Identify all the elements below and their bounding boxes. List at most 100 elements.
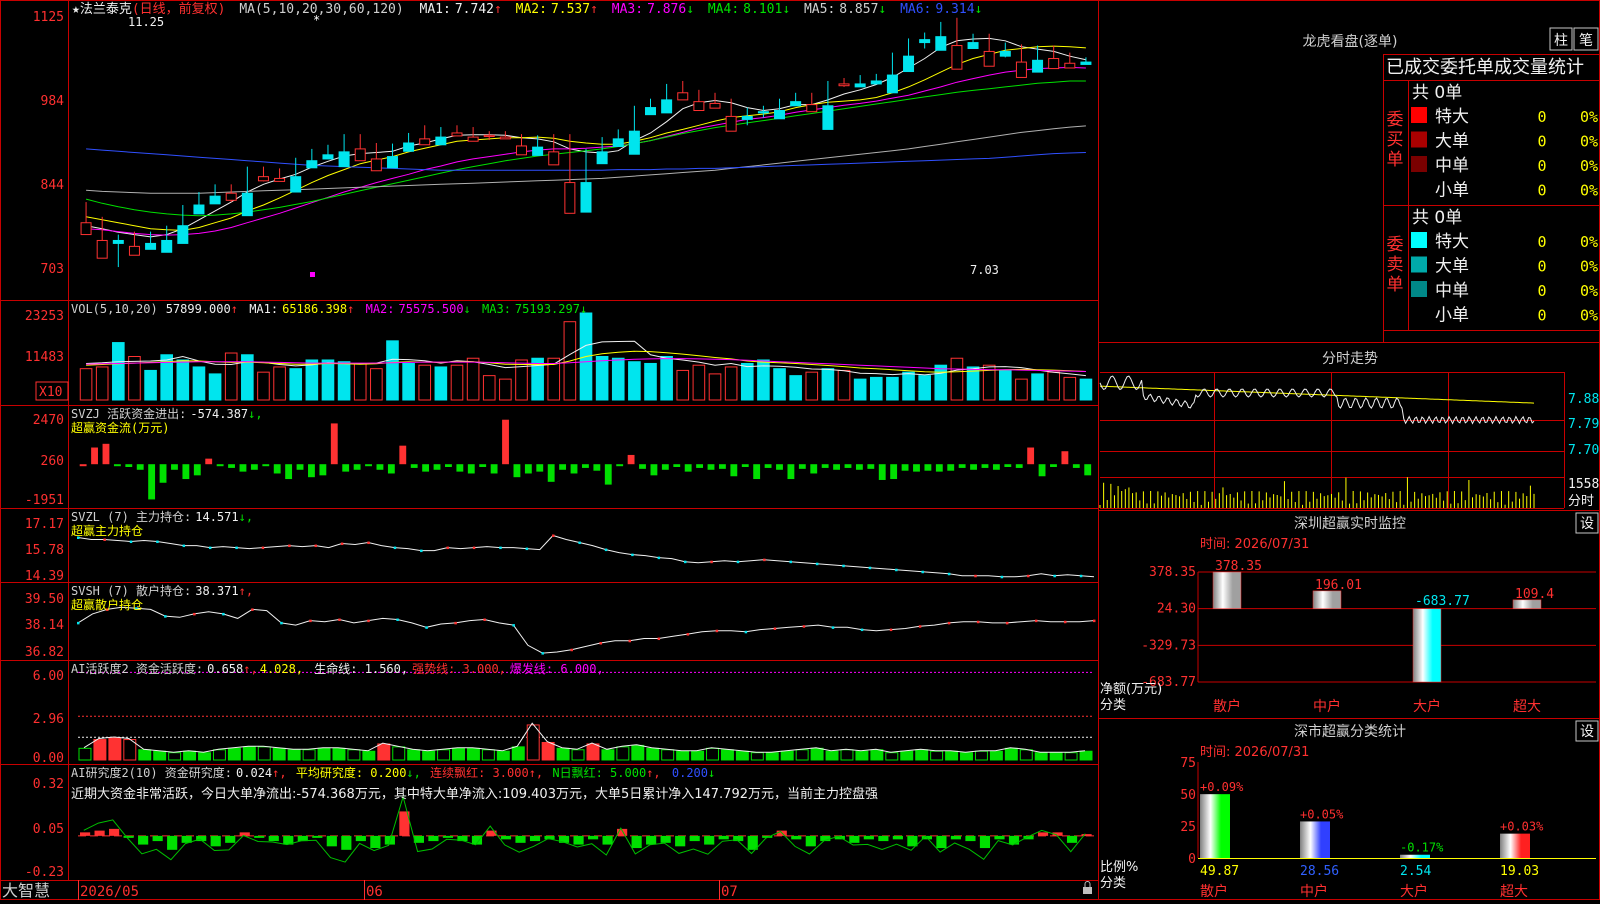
research-bar — [892, 835, 903, 840]
research-bar — [950, 835, 962, 840]
research-bar — [442, 835, 454, 838]
holding-dot — [235, 546, 238, 550]
candle-body — [757, 111, 769, 114]
sz-class-chart[interactable]: 75 50 25 0 +0.09% 49.87 散户 +0.05% 28.56 中户 -0.17% 2… — [1180, 756, 1596, 900]
svg-text:-0.23: -0.23 — [25, 865, 64, 880]
order-row-pct: 0% — [1580, 233, 1598, 251]
volume-bar — [466, 357, 480, 401]
order-row-name: 特大 — [1435, 107, 1469, 127]
svzj-panel[interactable] — [79, 419, 1092, 500]
flow-bar — [639, 464, 646, 469]
svg-text:1125: 1125 — [33, 10, 64, 25]
flow-bar — [764, 464, 772, 468]
flow-bar — [113, 464, 121, 467]
activity-bar — [1049, 752, 1063, 761]
svg-text:260: 260 — [41, 454, 64, 469]
research-bar — [1037, 832, 1049, 836]
flow-bar — [890, 464, 898, 480]
activity-bar — [885, 752, 899, 761]
lhb-title: 龙虎看盘(逐单) — [1303, 33, 1398, 50]
holding-dot — [1053, 574, 1056, 578]
research-bar — [849, 835, 860, 843]
activity-bar — [1079, 750, 1093, 761]
ai-research-panel[interactable] — [78, 794, 1094, 863]
candle-body — [370, 158, 382, 172]
szcls-category: 中户 — [1300, 883, 1328, 900]
volume-bar — [192, 366, 206, 401]
holding-dot — [499, 546, 502, 550]
flow-bar — [79, 464, 87, 467]
sz-monitor-title: 深圳超赢实时监控 — [1294, 515, 1406, 532]
flow-bar — [456, 464, 464, 472]
candle-body — [419, 138, 431, 146]
volume-bar — [499, 378, 512, 401]
flow-bar — [422, 464, 430, 472]
flow-bar — [855, 464, 863, 470]
szmon-bar — [1212, 571, 1242, 609]
candle-body — [306, 160, 318, 169]
activity-bar — [765, 752, 779, 761]
svg-text:0.05: 0.05 — [33, 822, 64, 837]
szmon-bar-label: 109.4 — [1515, 587, 1554, 602]
sz-class-settings-button[interactable]: 设 — [1575, 720, 1599, 742]
holding-dot — [525, 547, 529, 551]
candle-body — [96, 239, 108, 259]
holding-dot — [578, 541, 581, 545]
holding-dot — [1000, 575, 1004, 579]
order-row-qty: 0 — [1537, 157, 1546, 175]
buy-total: 共 0单 — [1412, 83, 1462, 103]
brand-logo[interactable]: 大智慧 — [2, 881, 50, 900]
candle-body — [467, 136, 479, 142]
flow-bar — [239, 464, 247, 472]
sz-monitor-settings-button[interactable]: 设 — [1575, 512, 1599, 534]
intraday-chart[interactable] — [1099, 372, 1565, 509]
flow-bar — [125, 464, 133, 467]
holding-dot — [552, 534, 555, 537]
order-swatch — [1411, 107, 1427, 123]
activity-bar — [227, 747, 241, 761]
holding-dot — [541, 652, 544, 655]
order-row-name: 大单 — [1435, 132, 1469, 152]
flow-bar — [467, 464, 475, 474]
volume-bar — [821, 368, 835, 401]
research-bar — [138, 835, 149, 845]
order-row-name: 小单 — [1435, 181, 1469, 201]
research-bar — [254, 835, 265, 838]
activity-bar — [720, 749, 734, 761]
activity-bar — [541, 741, 555, 761]
holding-dot — [831, 626, 835, 629]
research-bar — [1008, 835, 1020, 845]
activity-bar — [466, 747, 480, 761]
tab-bi[interactable]: 笔 — [1573, 27, 1599, 51]
lock-icon[interactable] — [1083, 881, 1092, 895]
volume-panel[interactable] — [79, 312, 1093, 401]
terminal-canvas: * ★法兰泰克(日线，前复权) MA(5,10,20,30,60,120) MA… — [0, 0, 1600, 900]
holding-line — [77, 534, 1095, 578]
price-panel[interactable]: * — [80, 13, 1092, 277]
volume-bar — [386, 340, 399, 401]
flow-bar — [559, 464, 567, 470]
svsh-panel[interactable] — [77, 606, 1096, 655]
flow-bar — [433, 464, 441, 470]
svg-text:39.50: 39.50 — [25, 592, 64, 607]
activity-bar — [735, 750, 749, 761]
svg-text:17.17: 17.17 — [25, 517, 64, 532]
order-row-qty: 0 — [1537, 307, 1546, 325]
tab-zhu[interactable]: 柱 — [1549, 27, 1573, 51]
ai-activity-panel[interactable] — [78, 671, 1094, 761]
holding-dot — [1005, 621, 1009, 625]
volume-bar — [886, 376, 899, 401]
sz-monitor-chart[interactable]: 378.35 24.30 -329.73 -683.77 378.35 散户 196.01 中… — [1141, 559, 1596, 715]
volume-bar — [644, 362, 657, 401]
research-bar — [109, 828, 120, 836]
svzl-panel[interactable] — [77, 534, 1095, 579]
candle-body — [967, 42, 979, 49]
svzj-header: SVZJ 活跃资金进出: -574.387↓, — [71, 406, 263, 421]
flow-bar — [684, 464, 692, 472]
holding-dot — [454, 621, 457, 625]
order-row-name: 大单 — [1435, 257, 1469, 277]
candle-body — [338, 151, 350, 168]
flow-bar — [1004, 464, 1012, 467]
volume-bar — [918, 375, 931, 401]
volume-bar — [482, 375, 496, 401]
